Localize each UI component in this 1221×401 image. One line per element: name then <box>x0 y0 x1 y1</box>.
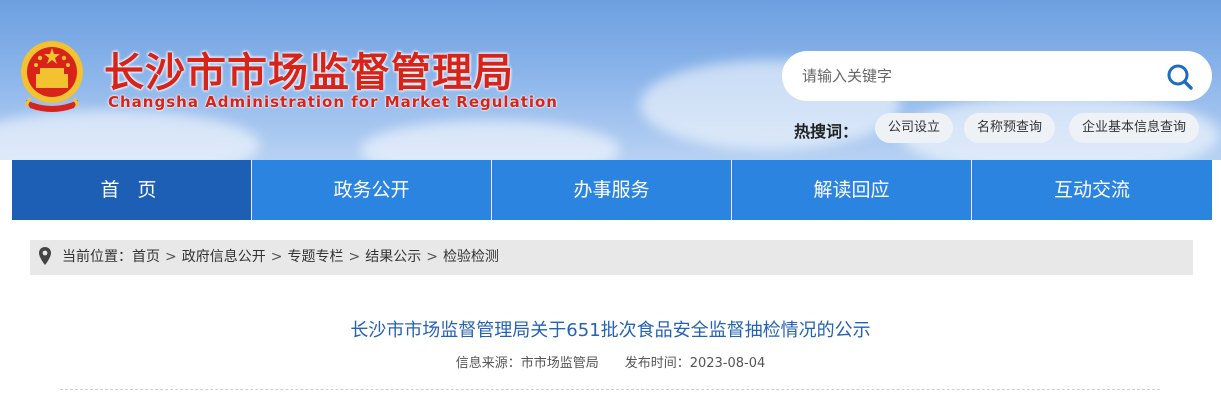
search-box <box>782 51 1212 101</box>
search-input[interactable] <box>802 63 1142 89</box>
hot-tag-name-precheck[interactable]: 名称预查询 <box>964 113 1056 143</box>
location-pin-icon <box>39 247 51 265</box>
hot-search-label: 热搜词： <box>794 122 859 141</box>
breadcrumb: 当前位置：首页 > 政府信息公开 > 专题专栏 > 结果公示 > 检验检测 <box>30 240 1193 275</box>
article-date: 发布时间：2023-08-04 <box>624 356 766 371</box>
site-title: 长沙市市场监督管理局 <box>104 50 514 96</box>
article-source: 信息来源：市市场监管局 <box>455 356 599 371</box>
hot-tag-company-setup[interactable]: 公司设立 <box>875 113 954 143</box>
nav-item-interaction[interactable]: 互动交流 <box>972 160 1212 220</box>
nav-item-services[interactable]: 办事服务 <box>492 160 732 220</box>
nav-item-interpretation[interactable]: 解读回应 <box>732 160 972 220</box>
breadcrumb-link-home[interactable]: 首页 <box>132 249 160 265</box>
breadcrumb-prefix: 当前位置： <box>62 249 132 265</box>
breadcrumb-separator: > <box>270 249 283 265</box>
site-header: 长沙市市场监督管理局 Changsha Administration for M… <box>0 0 1221 160</box>
cloud-decoration <box>360 120 620 160</box>
breadcrumb-separator: > <box>348 249 361 265</box>
hot-tag-enterprise-info[interactable]: 企业基本信息查询 <box>1069 113 1200 143</box>
national-emblem-icon <box>21 41 83 112</box>
search-icon[interactable] <box>1166 63 1194 91</box>
nav-item-home[interactable]: 首 页 <box>12 160 252 220</box>
article-title: 长沙市市场监督管理局关于651批次食品安全监督抽检情况的公示 <box>350 320 871 341</box>
content-divider <box>60 389 1160 390</box>
breadcrumb-separator: > <box>165 249 177 265</box>
breadcrumb-link-gov-info[interactable]: 政府信息公开 <box>182 249 266 265</box>
breadcrumb-separator: > <box>426 249 438 265</box>
main-nav: 首 页 政务公开 办事服务 解读回应 互动交流 <box>12 160 1212 220</box>
cloud-decoration <box>0 110 260 160</box>
breadcrumb-link-results[interactable]: 结果公示 <box>365 249 421 265</box>
article-meta: 信息来源：市市场监管局 发布时间：2023-08-04 <box>0 352 1221 371</box>
nav-item-government-affairs[interactable]: 政务公开 <box>252 160 492 220</box>
breadcrumb-link-inspection[interactable]: 检验检测 <box>443 249 499 265</box>
breadcrumb-link-special-topics[interactable]: 专题专栏 <box>287 249 343 265</box>
site-subtitle: Changsha Administration for Market Regul… <box>108 93 558 111</box>
